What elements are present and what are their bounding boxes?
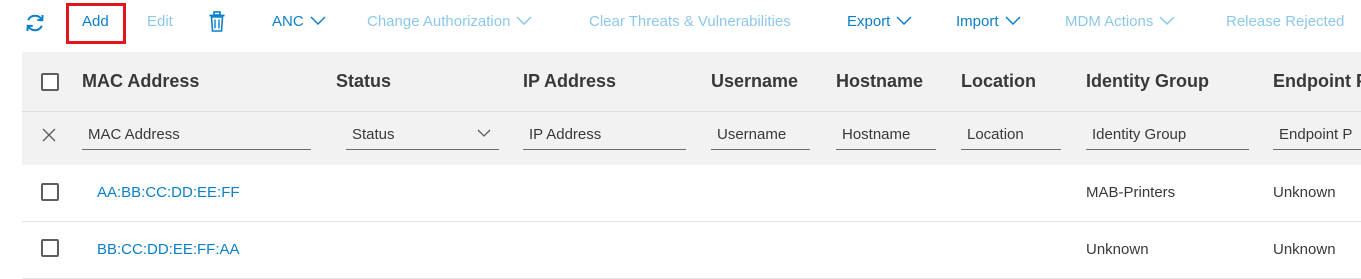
mdm-actions-label: MDM Actions (1065, 13, 1154, 30)
export-menu[interactable]: Export (847, 13, 912, 31)
mdm-actions-menu[interactable]: MDM Actions (1065, 13, 1175, 31)
column-header-username[interactable]: Username (711, 71, 798, 92)
table-row[interactable]: AA:BB:CC:DD:EE:FF MAB-Printers Unknown (22, 165, 1361, 222)
status-filter-select[interactable]: Status (346, 126, 499, 150)
import-menu[interactable]: Import (956, 13, 1021, 31)
column-header-ip-address[interactable]: IP Address (523, 71, 616, 92)
column-header-mac-address[interactable]: MAC Address (82, 71, 199, 92)
mac-address-link[interactable]: AA:BB:CC:DD:EE:FF (97, 184, 240, 201)
ip-address-filter[interactable]: IP Address (523, 126, 686, 150)
identity-group-cell: Unknown (1086, 241, 1149, 258)
change-authorization-label: Change Authorization (367, 13, 511, 30)
endpoint-cell: Unknown (1273, 241, 1336, 258)
edit-button[interactable]: Edit (147, 13, 173, 31)
toolbar: Add Edit ANC Change Authorization Clear … (0, 0, 1361, 48)
row-checkbox[interactable] (41, 183, 59, 201)
username-filter[interactable]: Username (711, 126, 810, 150)
location-filter[interactable]: Location (961, 126, 1061, 150)
chevron-down-icon (1004, 16, 1021, 26)
column-header-location[interactable]: Location (961, 71, 1036, 92)
column-header-hostname[interactable]: Hostname (836, 71, 923, 92)
clear-threats-button[interactable]: Clear Threats & Vulnerabilities (589, 13, 791, 31)
chevron-down-icon (310, 16, 326, 26)
import-label: Import (956, 13, 999, 30)
chevron-down-icon (896, 16, 912, 26)
endpoint-cell: Unknown (1273, 184, 1336, 201)
export-label: Export (847, 13, 891, 30)
identity-group-filter[interactable]: Identity Group (1086, 126, 1249, 150)
trash-icon[interactable] (208, 11, 226, 33)
anc-menu[interactable]: ANC (272, 13, 326, 31)
select-all-checkbox[interactable] (41, 73, 59, 91)
column-header-identity-group[interactable]: Identity Group (1086, 71, 1209, 92)
status-filter-label: Status (352, 126, 395, 143)
chevron-down-icon (1159, 16, 1175, 26)
release-rejected-button[interactable]: Release Rejected (1226, 13, 1344, 31)
column-header-status[interactable]: Status (336, 71, 391, 92)
anc-label: ANC (272, 13, 304, 30)
chevron-down-icon (516, 16, 532, 26)
column-header-endpoint[interactable]: Endpoint P (1273, 71, 1361, 92)
hostname-filter[interactable]: Hostname (836, 126, 936, 150)
endpoint-filter[interactable]: Endpoint P (1273, 126, 1361, 150)
refresh-icon[interactable] (24, 12, 46, 34)
chevron-down-icon (477, 129, 491, 137)
clear-filters-icon[interactable] (42, 128, 56, 142)
mac-address-link[interactable]: BB:CC:DD:EE:FF:AA (97, 241, 240, 258)
table-row[interactable]: BB:CC:DD:EE:FF:AA Unknown Unknown (22, 222, 1361, 279)
identity-group-cell: MAB-Printers (1086, 184, 1176, 201)
add-button[interactable]: Add (82, 13, 109, 31)
change-authorization-menu[interactable]: Change Authorization (367, 13, 532, 31)
table-header-row: MAC Address Status IP Address Username H… (22, 52, 1361, 111)
row-checkbox[interactable] (41, 239, 59, 257)
mac-address-filter[interactable]: MAC Address (82, 126, 311, 150)
filter-row: MAC Address Status IP Address Username H… (22, 111, 1361, 166)
